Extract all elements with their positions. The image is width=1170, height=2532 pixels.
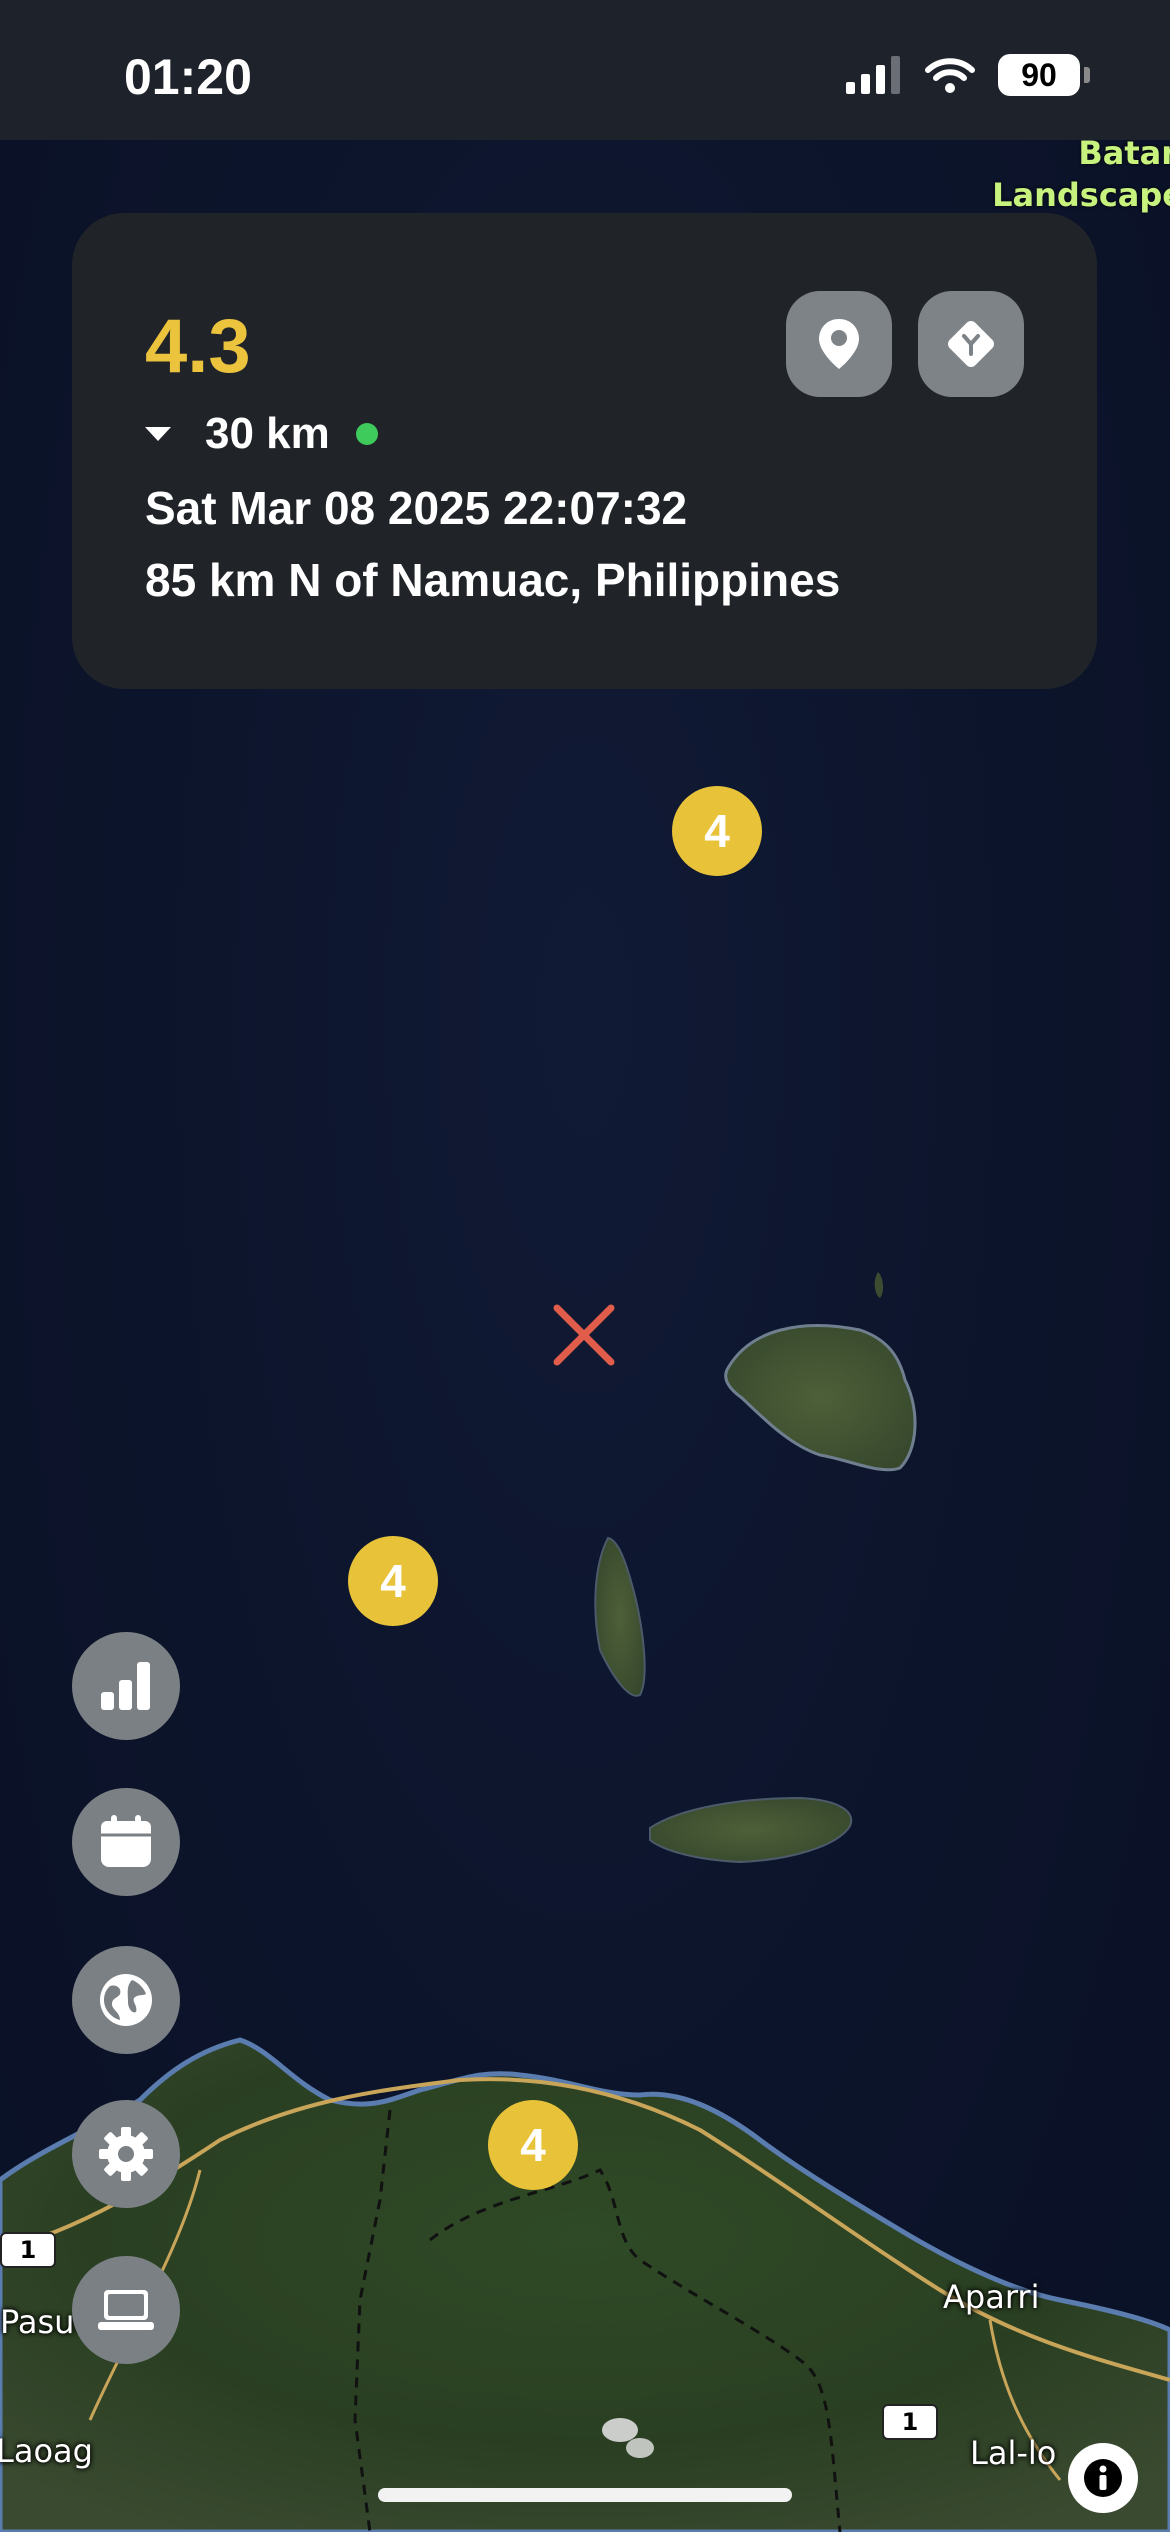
earthquake-cluster[interactable]: 4 [672,786,762,876]
map-info-button[interactable] [1068,2443,1138,2513]
status-icons: 90 [846,54,1090,96]
place-label-laoag: Laoag [0,2432,93,2470]
locate-button[interactable] [786,291,892,397]
statistics-button[interactable] [72,1632,180,1740]
calendar-button[interactable] [72,1788,180,1896]
place-label-lal-lo: Lal-lo [970,2434,1057,2472]
laptop-icon [98,2290,154,2330]
depth-row: 30 km [145,409,378,459]
status-bar: 01:20 90 [0,0,1170,140]
gear-icon [99,2127,153,2181]
earthquake-cluster[interactable]: 4 [348,1536,438,1626]
directions-button[interactable] [918,291,1024,397]
event-location: 85 km N of Namuac, Philippines [145,554,841,606]
status-dot [355,423,378,445]
home-indicator[interactable] [378,2488,792,2502]
region-label: Batan Landscape [992,134,1170,214]
calendar-icon [101,1815,151,1867]
globe-icon [100,1974,152,2026]
wifi-icon [925,58,975,93]
depth-arrow-icon [145,427,171,441]
place-label-aparri: Aparri [943,2278,1040,2316]
battery-cap [1084,67,1090,83]
battery-indicator: 90 [998,54,1080,96]
cellular-signal-icon [846,56,900,94]
location-pin-icon [819,319,859,369]
info-icon [1084,2459,1122,2497]
settings-button[interactable] [72,2100,180,2208]
earthquake-info-card[interactable]: 4.3 30 km Sat Mar 08 2025 22:07:32 85 km… [72,213,1097,689]
event-datetime: Sat Mar 08 2025 22:07:32 [145,482,688,534]
road-shield: 1 [0,2232,56,2268]
earthquake-cluster[interactable]: 4 [488,2100,578,2190]
status-time: 01:20 [124,49,252,105]
bar-chart-icon [101,1662,150,1710]
globe-button[interactable] [72,1946,180,2054]
depth-value: 30 km [205,409,330,458]
laptop-button[interactable] [72,2256,180,2364]
magnitude-value: 4.3 [145,304,251,389]
epicenter-marker [553,1304,615,1366]
road-shield: 1 [882,2404,938,2440]
directions-icon [948,321,994,367]
